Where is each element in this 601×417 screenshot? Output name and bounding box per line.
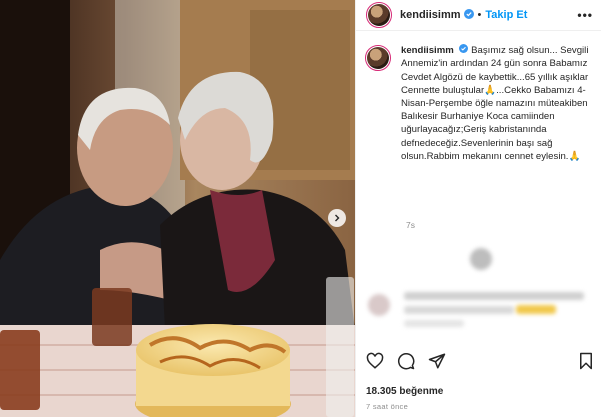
bookmark-icon[interactable] [578, 352, 594, 370]
caption-time: 7s [406, 220, 415, 230]
chevron-right-icon [335, 214, 340, 222]
share-icon[interactable] [428, 352, 446, 370]
caption-text: Başımız sağ olsun... Sevgili Annemiz'in … [401, 45, 589, 162]
photo-illustration [0, 0, 355, 417]
like-count[interactable]: 18.305 beğenme [366, 386, 443, 397]
post-timestamp: 7 saat önce [366, 402, 409, 411]
caption-username[interactable]: kendiisimm [401, 45, 454, 56]
verified-badge-icon [459, 44, 469, 57]
verified-badge-icon [463, 6, 474, 24]
avatar[interactable] [366, 2, 392, 28]
separator-dot: • [477, 9, 482, 21]
blurred-avatar [470, 248, 492, 270]
post-actions [366, 352, 594, 372]
caption-text-block: kendiisimm Başımız sağ olsun... Sevgili … [401, 44, 593, 163]
blurred-comment-avatar [368, 294, 390, 316]
blurred-comment-line [404, 320, 464, 327]
blurred-comment-line [404, 306, 514, 314]
caption-block: kendiisimm Başımız sağ olsun... Sevgili … [365, 44, 593, 163]
caption-avatar[interactable] [365, 45, 391, 71]
blurred-emoji [516, 305, 556, 314]
next-photo-button[interactable] [328, 209, 346, 227]
post-header: kendiisimm • Takip Et ••• [356, 0, 601, 31]
comment-icon[interactable] [397, 352, 415, 370]
follow-button[interactable]: Takip Et [485, 9, 527, 21]
blurred-comment-line [404, 292, 584, 300]
username-link[interactable]: kendiisimm [400, 9, 461, 21]
post-photo[interactable] [0, 0, 355, 417]
more-options-button[interactable]: ••• [577, 8, 593, 22]
heart-icon[interactable] [366, 352, 384, 370]
